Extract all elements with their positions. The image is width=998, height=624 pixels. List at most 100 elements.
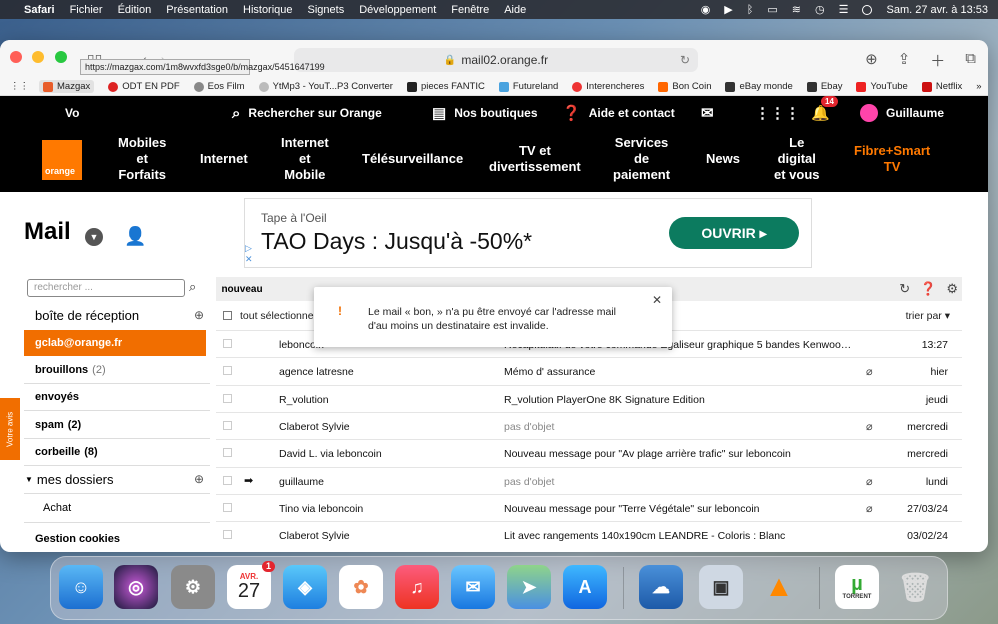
wifi-icon[interactable]: ≋ [792, 3, 801, 16]
menu-signets[interactable]: Signets [308, 4, 345, 16]
select-all-label[interactable]: tout sélectionner [240, 310, 317, 322]
topnav-search[interactable]: ⌕ Rechercher sur Orange [232, 105, 382, 122]
folder-drafts[interactable]: brouillons (2) [24, 357, 206, 383]
row-checkbox[interactable] [223, 530, 232, 540]
topnav-shops[interactable]: ▤ Nos boutiques [432, 104, 538, 122]
fav-ebay[interactable]: Ebay [806, 81, 842, 92]
zoom-window-button[interactable] [54, 51, 67, 63]
menubar-datetime[interactable]: Sam. 27 avr. à 13:53 [886, 4, 988, 16]
folder-achat[interactable]: Achat [32, 495, 214, 521]
finder-icon[interactable]: ☺ [59, 565, 103, 609]
cookies-link[interactable]: Gestion cookies [35, 533, 120, 545]
table-row[interactable]: R_volution R_volution PlayerOne 8K Signat… [216, 384, 962, 412]
photos-icon[interactable]: ✿ [339, 565, 383, 609]
fav-youtube[interactable]: YouTube [856, 81, 908, 92]
airdrop-icon[interactable]: ◉ [701, 3, 711, 16]
user-menu[interactable]: Guillaume [860, 104, 944, 122]
row-checkbox[interactable] [223, 366, 232, 376]
table-row[interactable]: agence latresne Mémo d' assurance ⌀ hier [216, 357, 962, 384]
row-checkbox[interactable] [223, 448, 232, 458]
nav-internet[interactable]: Internet [200, 151, 248, 167]
nav-digital[interactable]: Le digital et vous [774, 135, 820, 183]
menu-presentation[interactable]: Présentation [166, 4, 228, 16]
calendar-icon[interactable]: AVR. 27 1 [227, 561, 275, 609]
mail-search-input[interactable]: rechercher ... [27, 279, 185, 297]
table-row[interactable]: Claberot Sylvie pas d'objet ⌀ mercredi [216, 411, 962, 439]
menu-fichier[interactable]: Fichier [70, 4, 103, 16]
sort-dropdown[interactable]: trier par ▾ [906, 310, 950, 322]
menu-app[interactable]: Safari [24, 4, 55, 16]
fav-mazgax[interactable]: Mazgax [39, 80, 95, 93]
menu-fenetre[interactable]: Fenêtre [451, 4, 489, 16]
new-mail-button[interactable]: nouveau [216, 277, 268, 301]
fav-futureland[interactable]: Futureland [498, 81, 558, 92]
siri-app-icon[interactable]: ◎ [114, 565, 158, 609]
fav-ytmp3[interactable]: YtMp3 - YouT...P3 Converter [258, 81, 393, 92]
fav-ebay-monde[interactable]: eBay monde [725, 81, 793, 92]
fav-boncoin[interactable]: Bon Coin [658, 81, 711, 92]
close-icon[interactable]: ✕ [652, 293, 662, 307]
close-window-button[interactable] [10, 51, 22, 63]
battery-icon[interactable]: ▭ [767, 3, 777, 16]
ad-open-button[interactable]: OUVRIR ▸ [669, 217, 799, 249]
topnav-partial[interactable]: Vo [65, 106, 79, 120]
search-icon[interactable]: ⌕ [189, 279, 196, 295]
fav-netflix[interactable]: Netflix [921, 81, 962, 92]
trash-icon[interactable]: 🗑 [893, 565, 937, 609]
nav-internet-mobile[interactable]: Internet et Mobile [281, 135, 329, 183]
address-bar[interactable]: 🔒 mail02.orange.fr ↻ [294, 48, 698, 72]
select-all-checkbox[interactable] [223, 311, 232, 320]
nav-mobiles[interactable]: Mobiles et Forfaits [118, 135, 166, 183]
mail-app-icon[interactable]: ✉ [451, 565, 495, 609]
new-tab-icon[interactable]: ＋ [930, 50, 945, 71]
music-icon[interactable]: ♫ [395, 565, 439, 609]
fav-eos[interactable]: Eos Film [193, 81, 245, 92]
nav-news[interactable]: News [706, 151, 740, 167]
settings-icon[interactable]: ⚙ [171, 565, 215, 609]
menu-aide[interactable]: Aide [504, 4, 526, 16]
safari-icon[interactable]: ◈ [283, 565, 327, 609]
refresh-icon[interactable]: ↻ [899, 281, 910, 297]
reload-icon[interactable]: ↻ [680, 53, 690, 67]
chevron-down-icon[interactable]: ▼ [85, 228, 103, 246]
table-row[interactable]: Claberot Sylvie Lit avec rangements 140x1… [216, 521, 962, 548]
nav-telesurveillance[interactable]: Télésurveillance [362, 151, 463, 167]
table-row[interactable]: ➡ guillaume pas d'objet ⌀ lundi [216, 466, 962, 494]
gear-icon[interactable]: ⚙ [946, 281, 958, 297]
notifications-icon[interactable]: 🔔 14 [811, 96, 838, 122]
favorites-grid-icon[interactable]: ⋮⋮ [10, 81, 29, 92]
add-folder-icon[interactable]: ⊕ [194, 472, 204, 486]
menu-historique[interactable]: Historique [243, 4, 293, 16]
nav-services-paiement[interactable]: Services de paiement [613, 135, 670, 183]
menu-developpement[interactable]: Développement [359, 4, 436, 16]
feedback-tab[interactable]: Votre avis [0, 398, 20, 460]
table-row[interactable]: Tino via leboncoin Nouveau message pour "… [216, 493, 962, 521]
vlc-icon[interactable]: ▲ [757, 565, 801, 609]
mail-icon[interactable]: ✉ [701, 104, 722, 122]
tabs-overview-icon[interactable]: ⧉ [965, 50, 976, 71]
row-checkbox[interactable] [223, 502, 232, 512]
row-checkbox[interactable] [223, 475, 232, 485]
folder-my-folders[interactable]: ▼ mes dossiers ⊕ [24, 466, 206, 492]
more-favorites-icon[interactable]: » [976, 81, 981, 92]
maps-icon[interactable]: ➤ [507, 565, 551, 609]
control-center-icon[interactable]: ☰ [839, 3, 849, 16]
app-store-icon[interactable]: A [563, 565, 607, 609]
folder-inbox[interactable]: boîte de réception ⊕ [24, 302, 206, 328]
openoffice-icon[interactable]: ☁ [639, 565, 683, 609]
torrent-icon[interactable]: µ TORRENT [835, 565, 879, 609]
row-checkbox[interactable] [223, 393, 232, 403]
add-folder-icon[interactable]: ⊕ [194, 308, 204, 322]
fav-interencheres[interactable]: Interencheres [572, 81, 644, 92]
fav-fantic[interactable]: pieces FANTIC [406, 81, 485, 92]
row-checkbox[interactable] [223, 420, 232, 430]
minimize-window-button[interactable] [32, 51, 45, 63]
bluetooth-icon[interactable]: ᛒ [747, 4, 754, 16]
play-icon[interactable]: ▶ [724, 3, 732, 16]
fav-odt[interactable]: ODT EN PDF [108, 81, 180, 92]
table-row[interactable]: David L. via leboncoin Nouveau message po… [216, 439, 962, 466]
nav-fibre-smart-tv[interactable]: Fibre+Smart TV [854, 143, 930, 175]
nav-tv[interactable]: TV et divertissement [489, 143, 581, 175]
folder-sent[interactable]: envoyés [24, 384, 206, 410]
ad-choices-icon[interactable]: ▷ ✕ [245, 243, 257, 267]
